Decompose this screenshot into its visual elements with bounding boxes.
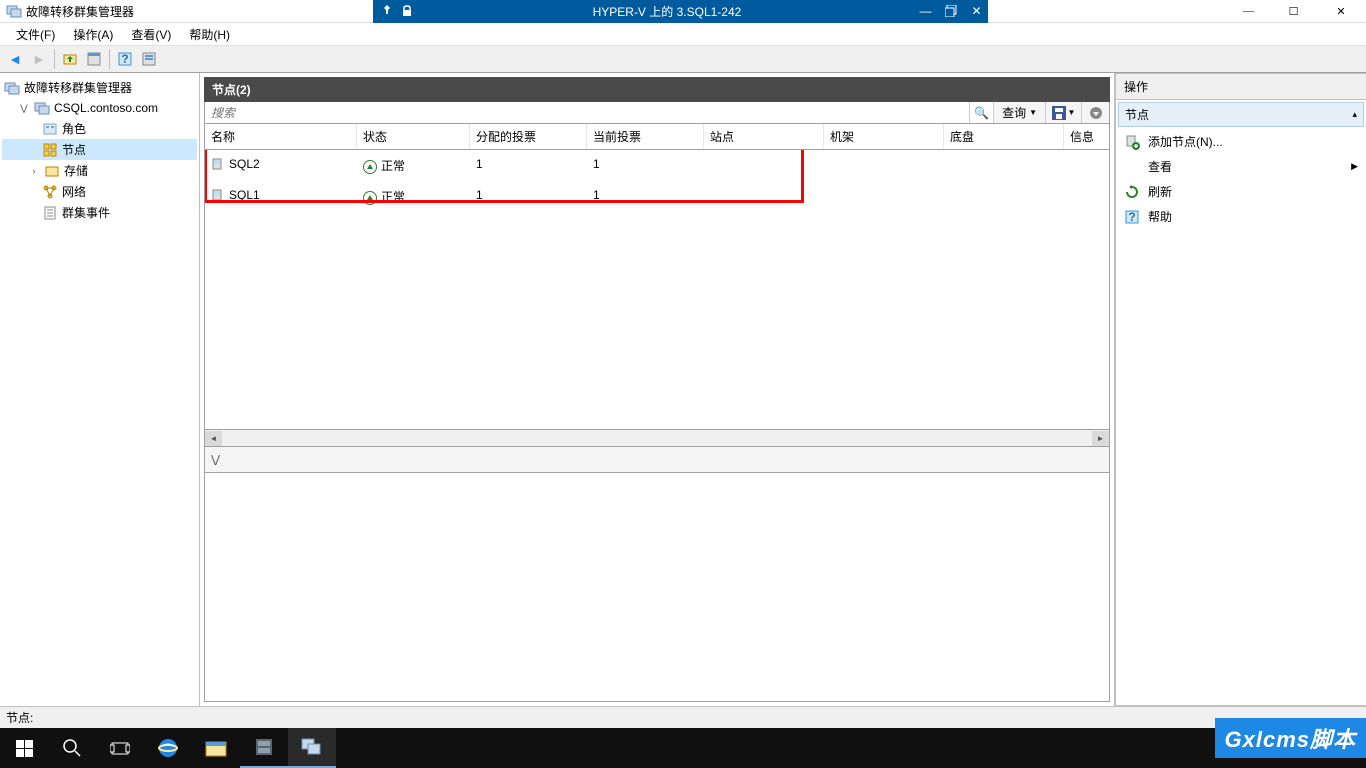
tool-icon-2[interactable]	[138, 48, 160, 70]
action-refresh[interactable]: 刷新	[1118, 179, 1364, 204]
actions-header: 操作	[1115, 73, 1366, 100]
minimize-button[interactable]: —	[1226, 0, 1271, 22]
save-button[interactable]: ▼	[1045, 102, 1081, 123]
refresh-icon	[1124, 184, 1140, 200]
up-button[interactable]	[59, 48, 81, 70]
outer-titlebar: 故障转移群集管理器 HYPER-V 上的 3.SQL1-242 — ✕ — ☐ …	[0, 0, 1366, 23]
col-vote1[interactable]: 分配的投票	[470, 124, 587, 149]
taskbar-explorer[interactable]	[192, 728, 240, 768]
menubar: 文件(F) 操作(A) 查看(V) 帮助(H)	[0, 23, 1366, 45]
statusbar: 节点:	[0, 706, 1366, 728]
app-icon	[6, 3, 22, 19]
taskview-button[interactable]	[96, 728, 144, 768]
menu-file[interactable]: 文件(F)	[8, 24, 63, 45]
tree-root[interactable]: 故障转移群集管理器	[2, 77, 197, 98]
search-input[interactable]	[205, 102, 969, 123]
menu-view[interactable]: 查看(V)	[123, 24, 179, 45]
hv-close-icon[interactable]: ✕	[971, 4, 981, 18]
center-title: 节点(2)	[204, 77, 1110, 102]
maximize-button[interactable]: ☐	[1271, 0, 1316, 22]
horizontal-scrollbar[interactable]: ◄►	[204, 430, 1110, 447]
column-headers: 名称 状态 分配的投票 当前投票 站点 机架 底盘 信息	[204, 124, 1110, 150]
data-grid: SQL2 正常 1 1 SQL1 正常 1 1	[204, 150, 1110, 430]
tree-panel: 故障转移群集管理器 ⋁ CSQL.contoso.com 角色 节点 › 存储	[0, 73, 200, 706]
tree-item-storage[interactable]: › 存储	[2, 160, 197, 181]
action-add-node[interactable]: 添加节点(N)...	[1118, 129, 1364, 154]
status-up-icon	[363, 160, 377, 174]
hyperv-connection-bar: HYPER-V 上的 3.SQL1-242 — ✕	[373, 0, 988, 23]
detail-pane	[204, 473, 1110, 702]
hv-restore-icon[interactable]	[945, 5, 957, 17]
toolbar: ◄ ► ?	[0, 45, 1366, 73]
help-icon[interactable]: ?	[114, 48, 136, 70]
start-button[interactable]	[0, 728, 48, 768]
tree-item-events[interactable]: 群集事件	[2, 202, 197, 223]
action-help[interactable]: ? 帮助	[1118, 204, 1364, 229]
taskbar-cluster-manager[interactable]	[288, 728, 336, 768]
action-view[interactable]: 查看 ▶	[1118, 154, 1364, 179]
actions-panel: 操作 节点 ▴ 添加节点(N)... 查看 ▶ 刷新	[1115, 73, 1366, 706]
tree-item-roles[interactable]: 角色	[2, 118, 197, 139]
detail-toggle[interactable]: ⋁	[204, 447, 1110, 473]
search-icon[interactable]: 🔍	[969, 102, 993, 123]
col-site[interactable]: 站点	[704, 124, 824, 149]
add-node-icon	[1124, 134, 1140, 150]
lock-icon[interactable]	[399, 3, 415, 19]
menu-help[interactable]: 帮助(H)	[181, 24, 238, 45]
tree-cluster[interactable]: ⋁ CSQL.contoso.com	[2, 98, 197, 118]
tree-item-networks[interactable]: 网络	[2, 181, 197, 202]
forward-button: ►	[28, 48, 50, 70]
close-button[interactable]: ✕	[1316, 0, 1366, 22]
menu-action[interactable]: 操作(A)	[65, 24, 121, 45]
dropdown-button[interactable]	[1081, 102, 1109, 123]
pin-icon[interactable]	[379, 3, 395, 19]
svg-text:?: ?	[121, 52, 128, 66]
help-icon: ?	[1124, 209, 1140, 225]
svg-text:?: ?	[1128, 210, 1135, 224]
chevron-right-icon: ▶	[1351, 161, 1358, 172]
col-vote2[interactable]: 当前投票	[587, 124, 704, 149]
table-row[interactable]: SQL1 正常 1 1	[205, 181, 1109, 212]
taskbar-ie[interactable]	[144, 728, 192, 768]
center-panel: 节点(2) 🔍 查询▼ ▼ 名称 状态 分配的投票 当前投票 站点 机架 底盘 …	[200, 73, 1115, 706]
app-title: 故障转移群集管理器	[26, 3, 134, 20]
col-info[interactable]: 信息	[1064, 124, 1104, 149]
watermark: Gxlcms脚本	[1215, 718, 1366, 758]
status-up-icon	[363, 191, 377, 205]
col-rack[interactable]: 机架	[824, 124, 944, 149]
taskbar: 20:13 2018/1/27 Gxlcms脚本	[0, 728, 1366, 768]
hv-minimize-icon[interactable]: —	[919, 4, 931, 18]
tool-icon-1[interactable]	[83, 48, 105, 70]
col-chassis[interactable]: 底盘	[944, 124, 1064, 149]
query-button[interactable]: 查询▼	[993, 102, 1045, 123]
taskbar-server-manager[interactable]	[240, 728, 288, 768]
hyperv-title: HYPER-V 上的 3.SQL1-242	[423, 3, 912, 20]
collapse-icon: ▴	[1352, 109, 1357, 120]
actions-section-nodes[interactable]: 节点 ▴	[1118, 102, 1364, 127]
tree-item-nodes[interactable]: 节点	[2, 139, 197, 160]
col-name[interactable]: 名称	[205, 124, 357, 149]
col-status[interactable]: 状态	[357, 124, 470, 149]
search-button[interactable]	[48, 728, 96, 768]
back-button[interactable]: ◄	[4, 48, 26, 70]
table-row[interactable]: SQL2 正常 1 1	[205, 150, 1109, 181]
